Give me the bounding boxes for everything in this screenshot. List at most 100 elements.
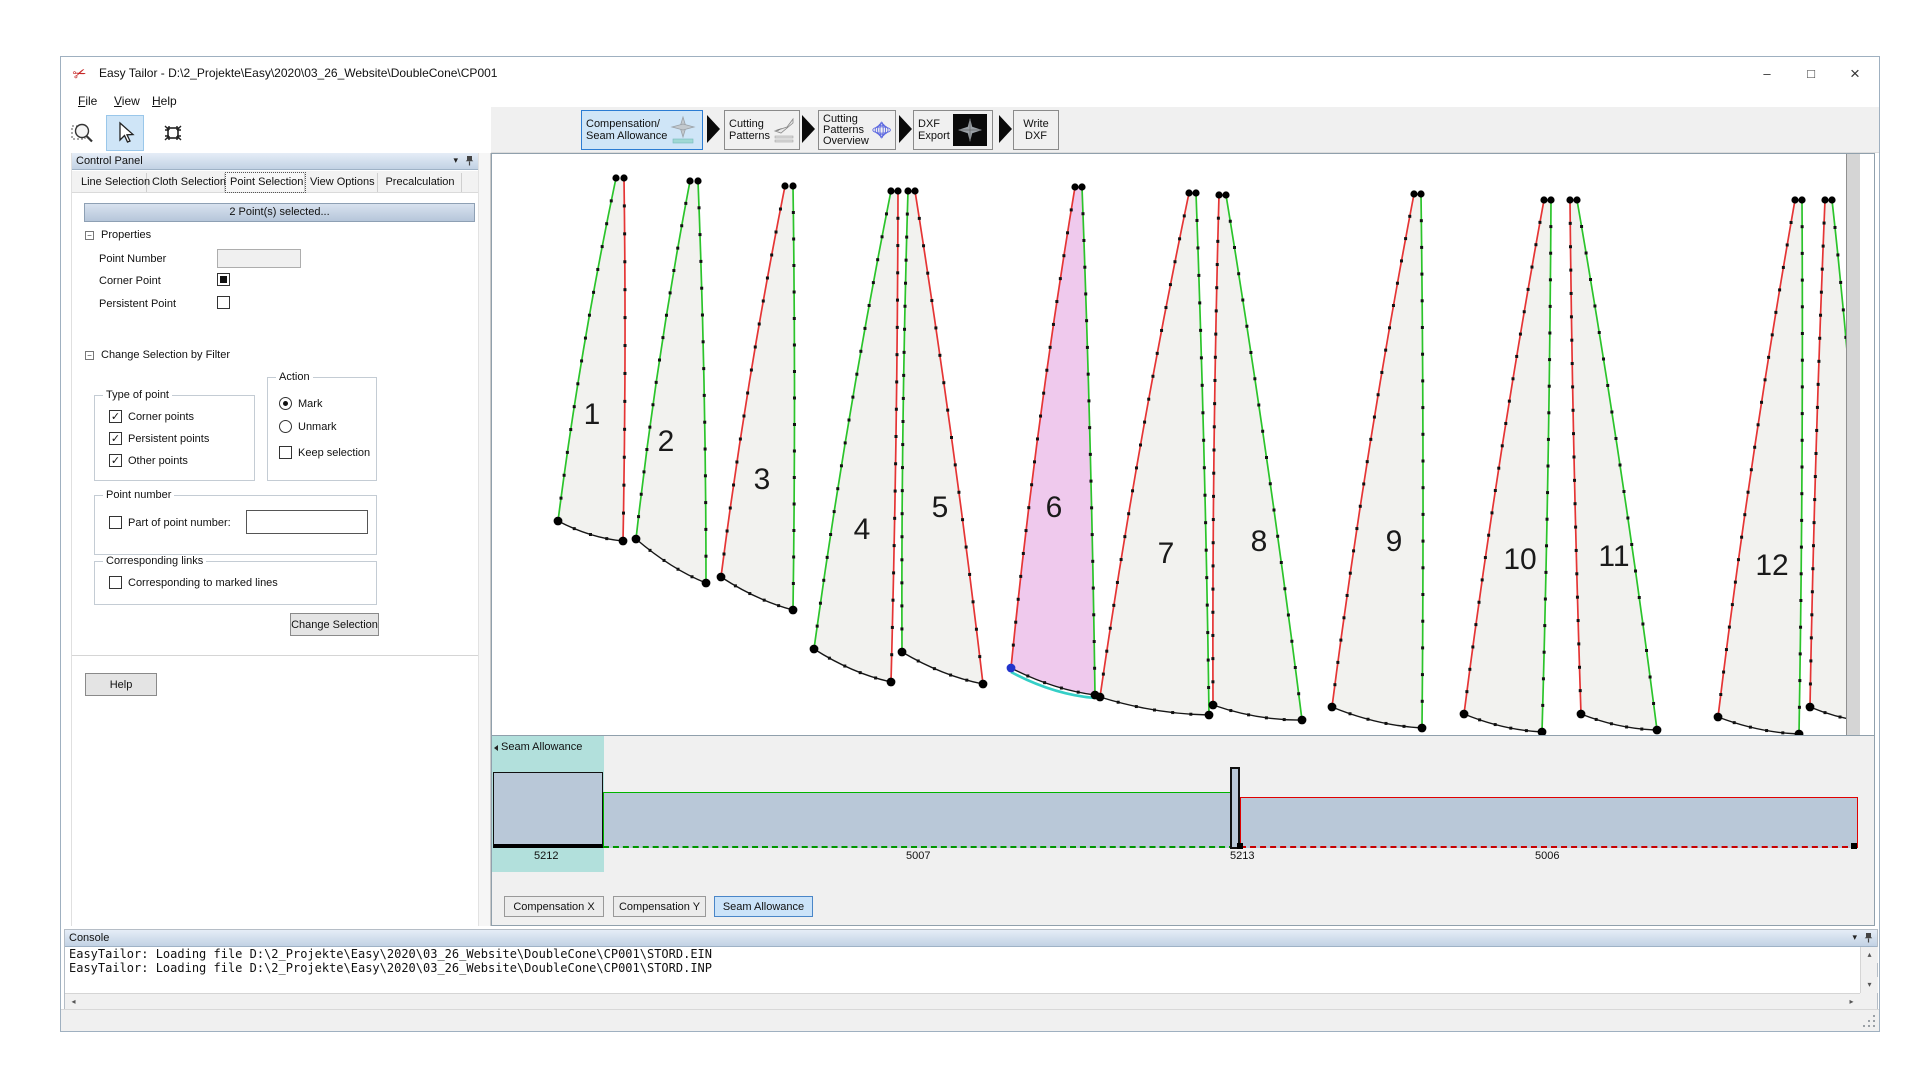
corner-points-checkbox[interactable] xyxy=(109,410,122,423)
corner-point[interactable] xyxy=(898,648,907,657)
menu-file[interactable]: File xyxy=(78,94,97,108)
workflow-write-dxf-button[interactable]: Write DXF xyxy=(1013,110,1059,150)
persistent-points-label: Persistent points xyxy=(128,433,209,445)
pattern-panel-8[interactable]: 8 xyxy=(1209,191,1307,724)
select-tool-button[interactable] xyxy=(106,115,144,151)
persistent-points-checkbox[interactable] xyxy=(109,432,122,445)
pattern-panel-1[interactable]: 1 xyxy=(554,174,628,545)
corner-point[interactable] xyxy=(1096,693,1105,702)
pattern-canvas[interactable]: 123456789101112 xyxy=(492,154,1860,735)
pattern-panel-3[interactable]: 3 xyxy=(717,182,798,614)
console-horizontal-scrollbar[interactable]: ◂ ▸ xyxy=(65,993,1860,1009)
control-panel-tabs: Line Selection Cloth Selection Point Sel… xyxy=(72,171,478,193)
collapse-filter-icon[interactable]: − xyxy=(85,351,94,360)
corner-point[interactable] xyxy=(1328,703,1337,712)
menu-help[interactable]: Help xyxy=(152,94,177,108)
segment-handle[interactable] xyxy=(1851,843,1857,849)
pattern-panel-6[interactable]: 6 xyxy=(1007,183,1100,699)
help-button[interactable]: Help xyxy=(85,673,157,696)
panel-dropdown-icon[interactable]: ▾ xyxy=(453,155,458,166)
workflow-step-label: Seam Allowance xyxy=(586,130,667,142)
maximize-button[interactable]: □ xyxy=(1789,57,1833,91)
zoom-extents-icon xyxy=(160,121,186,145)
pin-icon[interactable] xyxy=(465,155,474,166)
mark-radio[interactable] xyxy=(279,397,292,410)
status-bar xyxy=(61,1009,1879,1031)
point-number-field[interactable] xyxy=(217,249,301,268)
selection-banner[interactable]: 2 Point(s) selected... xyxy=(84,203,475,222)
fit-view-tool-button[interactable] xyxy=(154,115,192,151)
tab-compensation-x[interactable]: Compensation X xyxy=(504,896,604,917)
workflow-step-label: Patterns xyxy=(729,130,770,142)
panel-dropdown-icon[interactable]: ▾ xyxy=(1852,932,1857,943)
corner-point[interactable] xyxy=(554,517,563,526)
minimize-button[interactable]: – xyxy=(1745,57,1789,91)
scroll-up-icon[interactable]: ▴ xyxy=(1861,947,1878,963)
corner-point[interactable] xyxy=(1806,703,1815,712)
pattern-panel-11[interactable]: 11 xyxy=(1566,196,1661,734)
panel-number: 6 xyxy=(1046,491,1063,524)
canvas-right-scrollbar[interactable] xyxy=(1846,154,1860,735)
workflow-arrow-icon xyxy=(999,115,1012,143)
menu-view[interactable]: View xyxy=(114,94,140,108)
corresponding-links-group-label: Corresponding links xyxy=(103,555,206,567)
zoom-tool-button[interactable] xyxy=(64,115,102,151)
tab-precalculation[interactable]: Precalculation xyxy=(379,173,462,192)
part-of-point-number-input[interactable] xyxy=(246,510,368,534)
scroll-down-icon[interactable]: ▾ xyxy=(1861,977,1878,993)
workflow-dxf-export-button[interactable]: DXF Export xyxy=(913,110,993,150)
corner-point[interactable] xyxy=(810,645,819,654)
workflow-cutting-patterns-overview-button[interactable]: Cutting Patterns Overview xyxy=(818,110,896,150)
collapse-properties-icon[interactable]: − xyxy=(85,231,94,240)
corner-point[interactable] xyxy=(632,535,641,544)
pattern-panel-5[interactable]: 5 xyxy=(898,187,988,688)
seam-segment-5007[interactable] xyxy=(603,792,1235,848)
corner-point-checkbox[interactable] xyxy=(217,273,230,286)
selected-point[interactable] xyxy=(1007,664,1016,673)
workflow-cutting-patterns-button[interactable]: Cutting Patterns xyxy=(724,110,800,150)
panel-splitter[interactable] xyxy=(478,153,491,926)
corresponding-to-marked-lines-checkbox[interactable] xyxy=(109,576,122,589)
control-panel-title: Control Panel xyxy=(76,155,143,167)
corresponding-links-group: Corresponding links Corresponding to mar… xyxy=(94,561,377,605)
tab-seam-allowance[interactable]: Seam Allowance xyxy=(714,896,813,917)
tab-point-selection[interactable]: Point Selection xyxy=(226,173,305,192)
pattern-panel-4[interactable]: 4 xyxy=(810,187,902,686)
panel-number: 4 xyxy=(854,513,871,546)
pattern-panel-10[interactable]: 10 xyxy=(1460,196,1555,735)
keep-selection-checkbox[interactable] xyxy=(279,446,292,459)
corner-point[interactable] xyxy=(1714,713,1723,722)
scroll-right-icon[interactable]: ▸ xyxy=(1843,994,1860,1010)
close-button[interactable]: × xyxy=(1833,57,1877,91)
point-number-group: Point number Part of point number: xyxy=(94,495,377,555)
corner-point[interactable] xyxy=(1209,701,1218,710)
tab-line-selection[interactable]: Line Selection xyxy=(77,173,147,192)
console-title: Console xyxy=(69,932,109,944)
pattern-panel-12[interactable]: 12 xyxy=(1714,196,1806,735)
resize-grip[interactable] xyxy=(1863,1015,1877,1029)
persistent-point-checkbox[interactable] xyxy=(217,296,230,309)
tab-cloth-selection[interactable]: Cloth Selection xyxy=(148,173,225,192)
part-of-point-number-checkbox[interactable] xyxy=(109,516,122,529)
tab-compensation-y[interactable]: Compensation Y xyxy=(613,896,706,917)
tab-view-options[interactable]: View Options xyxy=(306,173,378,192)
workflow-compensation-seam-allowance-button[interactable]: Compensation/ Seam Allowance xyxy=(581,110,703,150)
change-selection-button[interactable]: Change Selection xyxy=(290,613,379,636)
other-points-checkbox[interactable] xyxy=(109,454,122,467)
unmark-radio[interactable] xyxy=(279,420,292,433)
seam-segment-5213[interactable] xyxy=(1230,767,1240,849)
seam-segment-5212[interactable] xyxy=(493,772,603,848)
scroll-left-icon[interactable]: ◂ xyxy=(65,994,82,1010)
console-vertical-scrollbar[interactable]: ▴ ▾ xyxy=(1860,947,1877,993)
corner-point[interactable] xyxy=(717,573,726,582)
segment-label-5212: 5212 xyxy=(534,850,558,862)
pattern-panel-2[interactable]: 2 xyxy=(632,177,711,587)
pattern-panel-7[interactable]: 7 xyxy=(1096,189,1214,719)
segment-handle[interactable] xyxy=(1237,843,1243,849)
pin-icon[interactable] xyxy=(1864,932,1873,943)
panel-number: 9 xyxy=(1386,525,1403,558)
pattern-panel-9[interactable]: 9 xyxy=(1328,190,1427,732)
corner-point[interactable] xyxy=(1577,710,1586,719)
corner-point[interactable] xyxy=(1460,710,1469,719)
seam-segment-5006[interactable] xyxy=(1240,797,1858,848)
